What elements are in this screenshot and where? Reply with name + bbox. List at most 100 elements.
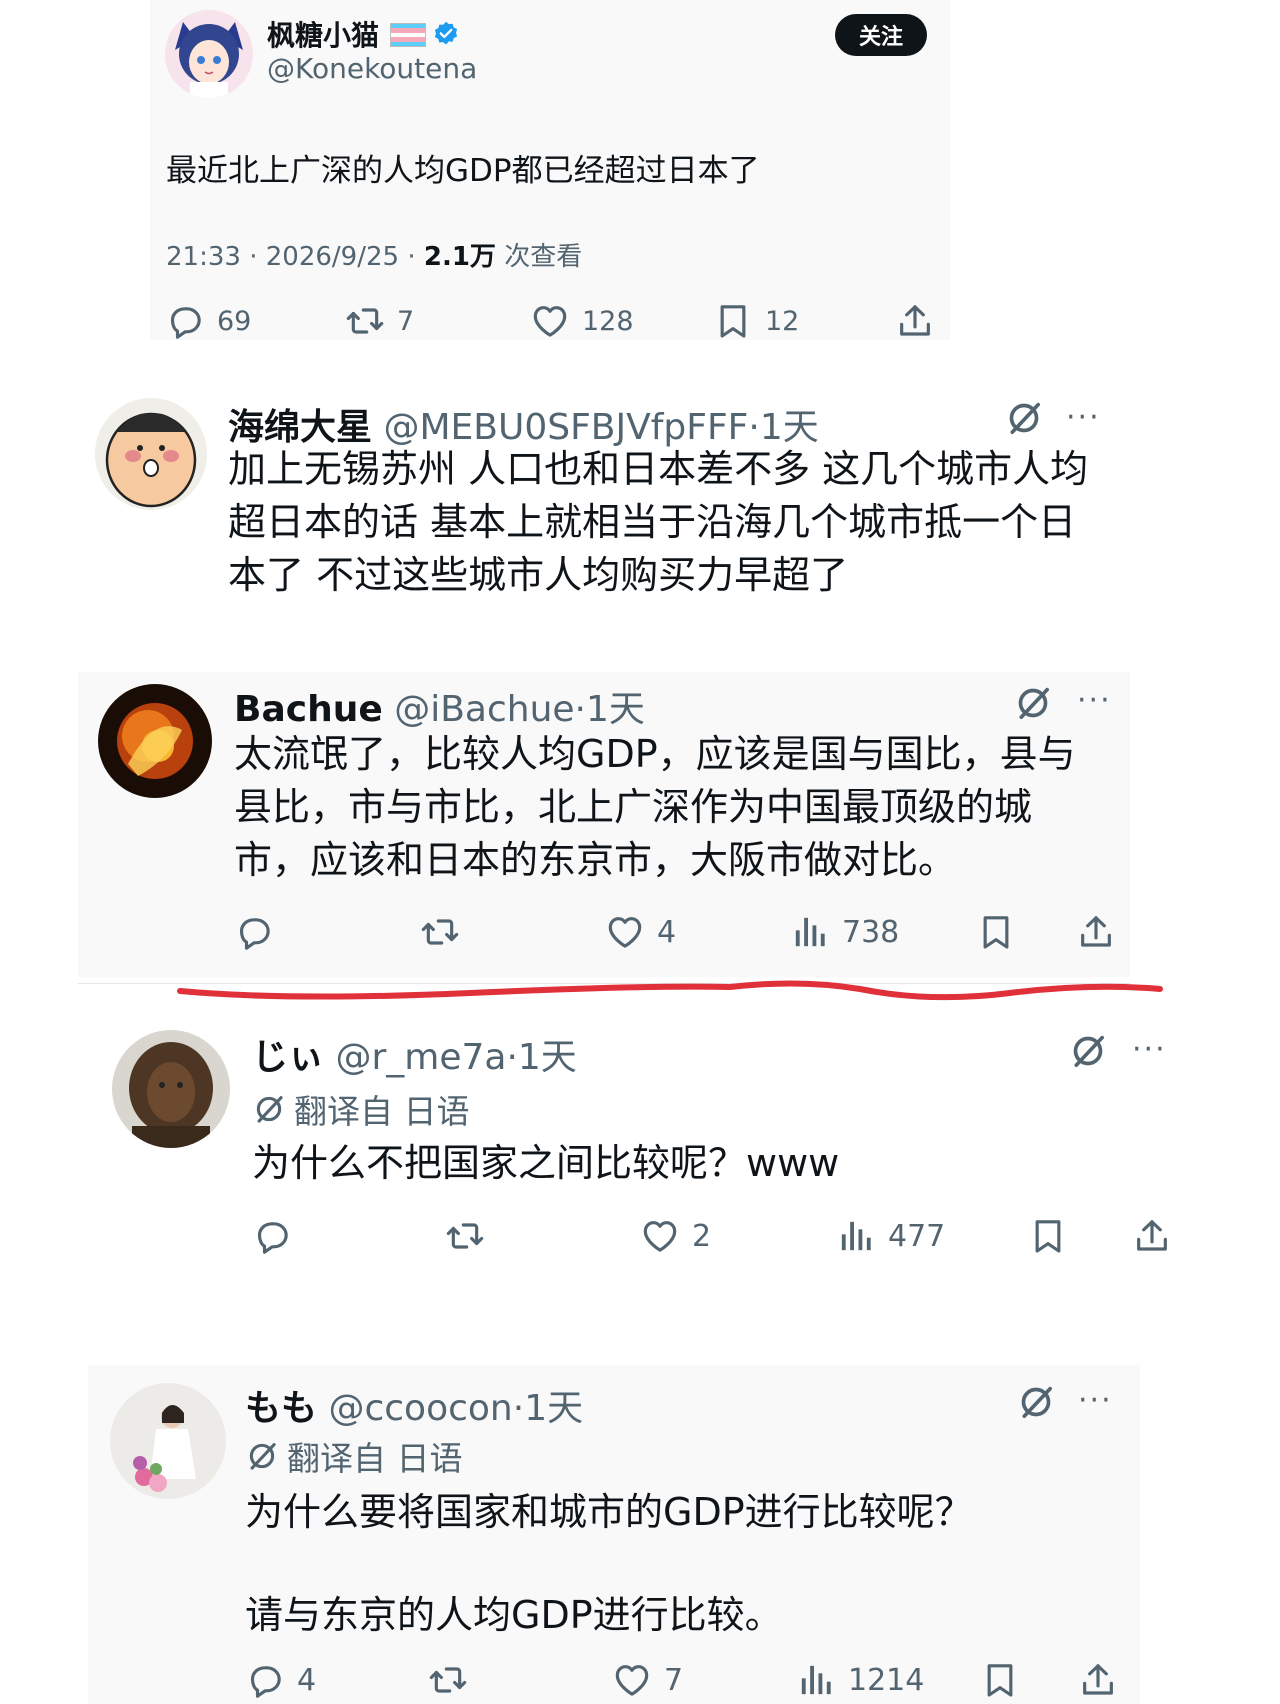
reply-text-line: 太流氓了，比较人均GDP，应该是国与国比，县与 — [234, 732, 1076, 776]
reply-age[interactable]: 1天 — [518, 1037, 577, 1078]
heart-icon — [605, 912, 645, 952]
share-button[interactable] — [1132, 1216, 1172, 1256]
verified-badge-icon — [432, 20, 460, 48]
transgender-flag-icon — [390, 23, 426, 47]
retweet-button[interactable] — [428, 1660, 468, 1700]
handle[interactable]: @Konekoutena — [267, 52, 477, 85]
reply-handle[interactable]: @r_me7a — [335, 1037, 506, 1078]
share-icon — [1078, 1660, 1118, 1700]
reply-icon — [165, 301, 205, 341]
reply-button[interactable] — [234, 912, 274, 952]
avatar-konekoutena[interactable] — [165, 10, 253, 98]
reply-text-line: 本了 不过这些城市人均购买力早超了 — [228, 553, 849, 597]
reply-display-name[interactable]: もも — [245, 1388, 317, 1429]
reply-header: Bachue @iBachue·1天 — [234, 680, 645, 732]
reply-icon — [234, 912, 274, 952]
avatar-r-me7a[interactable] — [112, 1030, 230, 1148]
like-button[interactable]: 7 — [612, 1660, 683, 1700]
translated-text: 翻译自 日语 — [287, 1439, 463, 1478]
view-count: 738 — [842, 914, 900, 950]
bookmark-icon — [1028, 1216, 1068, 1256]
views-icon — [796, 1660, 836, 1700]
view-count: 1214 — [848, 1662, 925, 1698]
avatar-ccoocon[interactable] — [110, 1383, 226, 1499]
bookmark-button[interactable] — [976, 912, 1016, 952]
retweet-button[interactable]: 7 — [345, 301, 414, 341]
reply-age[interactable]: 1天 — [524, 1388, 583, 1429]
reply-icon — [252, 1216, 292, 1256]
annotation-underline — [177, 980, 1163, 1001]
separator: · — [506, 1037, 518, 1078]
tweet-meta: 21:33 · 2026/9/25 · 2.1万 次查看 — [166, 236, 582, 273]
retweet-icon — [345, 301, 385, 341]
reply-header: もも @ccoocon·1天 — [245, 1379, 583, 1431]
like-button[interactable]: 4 — [605, 912, 676, 952]
more-options-icon[interactable]: ··· — [1077, 683, 1112, 718]
share-button[interactable] — [895, 301, 935, 341]
bookmark-button[interactable] — [980, 1660, 1020, 1700]
reply-button[interactable]: 69 — [165, 301, 251, 341]
translate-icon[interactable] — [1004, 398, 1044, 438]
heart-icon — [530, 301, 570, 341]
reply-display-name[interactable]: Bachue — [234, 689, 383, 730]
reply-handle[interactable]: @ccoocon — [328, 1388, 512, 1429]
bookmark-button[interactable] — [1028, 1216, 1068, 1256]
views-button[interactable]: 1214 — [796, 1660, 924, 1700]
separator: · — [574, 689, 586, 730]
share-button[interactable] — [1078, 1660, 1118, 1700]
views-button[interactable]: 477 — [836, 1216, 945, 1256]
reply-icon — [245, 1660, 285, 1700]
separator: · — [748, 407, 760, 448]
bookmark-icon — [976, 912, 1016, 952]
reply-handle[interactable]: @MEBU0SFBJVfpFFF — [383, 407, 748, 448]
reply-button[interactable] — [252, 1216, 292, 1256]
share-button[interactable] — [1076, 912, 1116, 952]
view-count: 2.1万 — [423, 242, 496, 272]
reply-text-line: 加上无锡苏州 人口也和日本差不多 这几个城市人均 — [228, 447, 1089, 491]
translated-label[interactable]: 翻译自 日语 — [245, 1432, 463, 1480]
translate-icon[interactable] — [1068, 1031, 1108, 1071]
views-button[interactable]: 738 — [790, 912, 899, 952]
more-options-icon[interactable]: ··· — [1132, 1032, 1167, 1067]
reply-age[interactable]: 1天 — [586, 689, 645, 730]
avatar-mebu[interactable] — [95, 398, 207, 510]
like-count: 4 — [657, 914, 677, 950]
translate-icon[interactable] — [1016, 1382, 1056, 1422]
reply-display-name[interactable]: 海绵大星 — [228, 407, 372, 448]
like-button[interactable]: 128 — [530, 301, 634, 341]
reply-text-line: 为什么要将国家和城市的GDP进行比较呢？ — [245, 1490, 973, 1534]
view-count: 477 — [888, 1218, 946, 1254]
retweet-button[interactable] — [420, 912, 460, 952]
tweet-date: 2026/9/25 — [265, 242, 400, 272]
heart-icon — [612, 1660, 652, 1700]
translate-icon[interactable] — [1013, 683, 1053, 723]
like-count: 2 — [692, 1218, 712, 1254]
avatar-bachue[interactable] — [98, 684, 212, 798]
reply-text: 为什么不把国家之间比较呢？www — [252, 1137, 839, 1190]
translated-label[interactable]: 翻译自 日语 — [252, 1085, 470, 1133]
reply-text-line: 市，应该和日本的东京市，大阪市做对比。 — [234, 838, 957, 882]
view-count-suffix: 次查看 — [504, 242, 583, 272]
share-icon — [1076, 912, 1116, 952]
reply-handle[interactable]: @iBachue — [394, 689, 574, 730]
like-count: 128 — [582, 305, 634, 337]
translate-icon — [252, 1092, 286, 1126]
reply-button[interactable]: 4 — [245, 1660, 316, 1700]
separator: · — [249, 242, 258, 272]
display-name[interactable]: 枫糖小猫 — [267, 14, 379, 54]
translated-text: 翻译自 日语 — [294, 1092, 470, 1131]
retweet-button[interactable] — [445, 1216, 485, 1256]
like-button[interactable]: 2 — [640, 1216, 711, 1256]
reply-display-name[interactable]: じぃ — [252, 1037, 324, 1078]
views-icon — [790, 912, 830, 952]
reply-text-line: 超日本的话 基本上就相当于沿海几个城市抵一个日 — [228, 500, 1077, 544]
views-icon — [836, 1216, 876, 1256]
separator: · — [512, 1388, 525, 1429]
bookmark-icon — [713, 301, 753, 341]
bookmark-button[interactable]: 12 — [713, 301, 799, 341]
reply-age[interactable]: 1天 — [760, 407, 819, 448]
follow-button[interactable]: 关注 — [835, 14, 927, 56]
more-options-icon[interactable]: ··· — [1066, 400, 1101, 435]
more-options-icon[interactable]: ··· — [1078, 1383, 1113, 1418]
reply-count: 4 — [297, 1662, 317, 1698]
